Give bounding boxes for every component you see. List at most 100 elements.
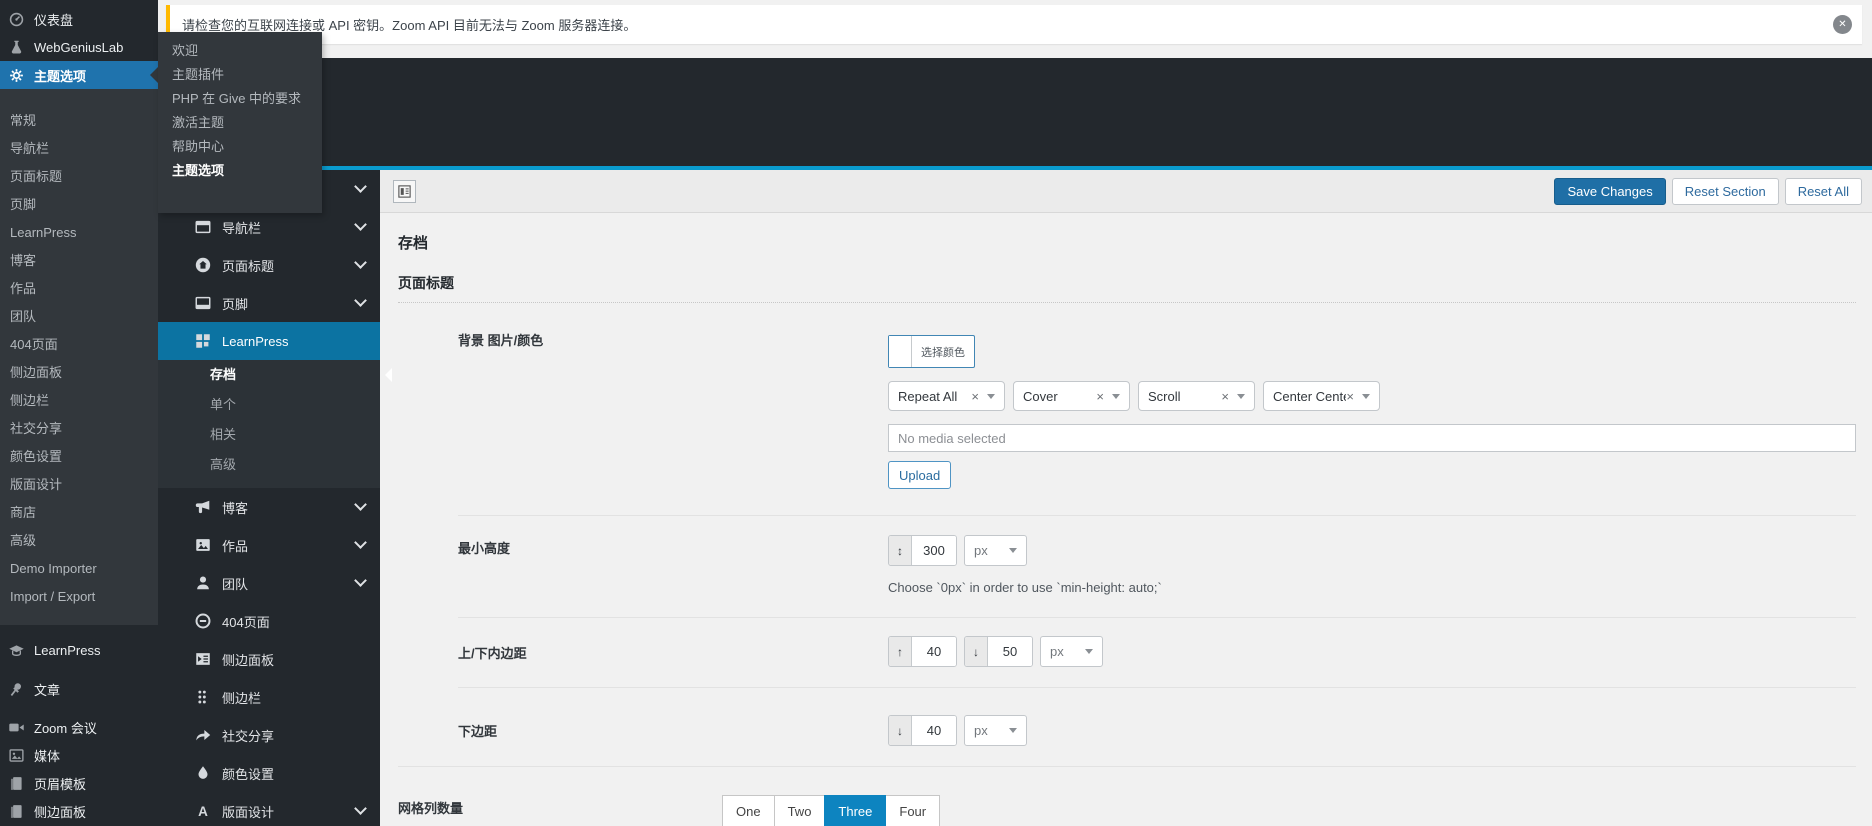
admin-submenu-item[interactable]: 页面标题 xyxy=(10,163,158,191)
color-picker-button[interactable]: 选择颜色 xyxy=(888,335,975,368)
save-changes-button[interactable]: Save Changes xyxy=(1554,178,1666,205)
grid-columns-option[interactable]: Two xyxy=(773,795,826,826)
section-separator xyxy=(398,766,1856,767)
theme-section-item[interactable]: 页面标题 xyxy=(158,246,380,284)
dashboard-icon xyxy=(8,11,25,28)
admin-menu-item[interactable]: 文章 xyxy=(0,675,158,703)
theme-section-item[interactable]: 侧边面板 xyxy=(158,640,380,678)
admin-submenu-item[interactable]: 页脚 xyxy=(10,191,158,219)
upload-button[interactable]: Upload xyxy=(888,461,952,489)
padding-top-input[interactable] xyxy=(912,637,956,666)
theme-section-item[interactable]: A 版面设计 xyxy=(158,792,380,826)
admin-submenu-item[interactable]: 侧边栏 xyxy=(10,387,158,415)
select-caret-icon xyxy=(1009,548,1017,553)
theme-section-item[interactable]: 团队 xyxy=(158,564,380,602)
theme-subsection-item[interactable]: 高级 xyxy=(158,450,380,480)
admin-menu-item[interactable]: 侧边面板 xyxy=(0,797,158,825)
flyout-menu-item[interactable]: 帮助中心 xyxy=(158,135,322,159)
media-input[interactable] xyxy=(888,424,1856,452)
layout-toggle-button[interactable] xyxy=(393,180,416,203)
min-height-input[interactable] xyxy=(912,536,956,565)
theme-section-item[interactable]: 侧边栏 xyxy=(158,678,380,716)
flyout-menu-item[interactable]: PHP 在 Give 中的要求 xyxy=(158,87,322,111)
unit-value: px xyxy=(974,543,988,558)
clear-selection-icon[interactable] xyxy=(1096,389,1104,404)
theme-section-item[interactable]: 404页面 xyxy=(158,602,380,640)
admin-menu-item[interactable]: 页眉模板 xyxy=(0,769,158,797)
theme-section-item[interactable]: 颜色设置 xyxy=(158,754,380,792)
chevron-down-icon xyxy=(354,498,367,511)
color-picker-label: 选择颜色 xyxy=(921,346,965,359)
admin-submenu-item[interactable]: 侧边面板 xyxy=(10,359,158,387)
background-option-select[interactable]: Center Center xyxy=(1263,381,1380,411)
admin-submenu-item[interactable]: LearnPress xyxy=(10,219,158,247)
admin-menu-item[interactable]: Zoom 会议 xyxy=(0,713,158,741)
theme-section-item[interactable]: 导航栏 xyxy=(158,208,380,246)
admin-menu-item[interactable]: 媒体 xyxy=(0,741,158,769)
padding-bottom-input-group: ↓ xyxy=(964,636,1033,667)
theme-section-item[interactable]: 作品 xyxy=(158,526,380,564)
theme-subsection-item[interactable]: 相关 xyxy=(158,420,380,450)
admin-submenu-item[interactable]: 高级 xyxy=(10,527,158,555)
padding-bottom-input[interactable] xyxy=(988,637,1032,666)
clear-selection-icon[interactable] xyxy=(971,389,979,404)
admin-submenu-item[interactable]: Demo Importer xyxy=(10,555,158,583)
min-height-unit-select[interactable]: px xyxy=(964,535,1027,566)
page-title-icon xyxy=(194,256,212,274)
admin-menu-item[interactable]: LearnPress xyxy=(0,633,158,667)
grid-columns-option[interactable]: Four xyxy=(885,795,941,826)
flyout-menu-item[interactable]: 主题选项 xyxy=(158,159,322,183)
admin-menu-item-label: 文章 xyxy=(34,682,61,698)
admin-submenu-item[interactable]: 版面设计 xyxy=(10,471,158,499)
admin-menu-item[interactable]: WebGeniusLab xyxy=(0,33,158,61)
reset-all-button[interactable]: Reset All xyxy=(1784,178,1862,205)
clear-selection-icon[interactable] xyxy=(1221,389,1229,404)
svg-text:A: A xyxy=(198,804,208,819)
theme-section-label: 页面标题 xyxy=(222,258,275,274)
theme-section-item-learnpress[interactable]: LearnPress xyxy=(158,322,380,360)
down-arrow-icon: ↓ xyxy=(889,716,912,745)
admin-menu-item[interactable]: 仪表盘 xyxy=(0,5,158,33)
theme-section-label: 侧边栏 xyxy=(222,690,262,706)
grid-columns-option[interactable]: One xyxy=(722,795,775,826)
admin-menu-item-label: 页眉模板 xyxy=(34,776,87,792)
flyout-menu-item[interactable]: 主题插件 xyxy=(158,63,322,87)
admin-submenu-item[interactable]: 404页面 xyxy=(10,331,158,359)
admin-submenu-item[interactable]: 常规 xyxy=(10,107,158,135)
clear-selection-icon[interactable] xyxy=(1346,389,1354,404)
admin-menu-item[interactable]: 主题选项 xyxy=(0,61,158,89)
theme-sections-bottom: 博客 作品 团队 404页面 侧边面板 侧边栏 社交分享 颜色设置 A 版面设计 xyxy=(158,488,380,826)
admin-submenu-item[interactable]: 商店 xyxy=(10,499,158,527)
margin-bottom-input[interactable] xyxy=(912,716,956,745)
theme-section-item[interactable]: 社交分享 xyxy=(158,716,380,754)
background-option-select[interactable]: Repeat All xyxy=(888,381,1005,411)
margin-unit-select[interactable]: px xyxy=(964,715,1027,746)
admin-submenu-item[interactable]: 团队 xyxy=(10,303,158,331)
admin-submenu-item[interactable]: 社交分享 xyxy=(10,415,158,443)
header-template-icon xyxy=(8,775,25,792)
blog-icon xyxy=(194,498,212,516)
admin-submenu-item[interactable]: 导航栏 xyxy=(10,135,158,163)
admin-submenu-item[interactable]: 颜色设置 xyxy=(10,443,158,471)
theme-subsection-item[interactable]: 存档 xyxy=(158,360,392,390)
dismiss-notice-button[interactable]: ✕ xyxy=(1833,15,1852,34)
grid-columns-option[interactable]: Three xyxy=(824,795,887,826)
admin-submenu-item[interactable]: 博客 xyxy=(10,247,158,275)
flyout-menu-item[interactable]: 欢迎 xyxy=(158,39,322,63)
pushpin-icon xyxy=(8,681,25,698)
row-separator xyxy=(458,687,1856,688)
page-404-icon xyxy=(194,612,212,630)
flyout-menu-item[interactable]: 激活主题 xyxy=(158,111,322,135)
theme-section-item[interactable]: 博客 xyxy=(158,488,380,526)
margin-bottom-input-group: ↓ xyxy=(888,715,957,746)
zoom-api-notice: 请检查您的互联网连接或 API 密钥。Zoom API 目前无法与 Zoom 服… xyxy=(166,5,1862,44)
admin-submenu-item[interactable]: 作品 xyxy=(10,275,158,303)
theme-options-content: Save Changes Reset Section Reset All 存档 … xyxy=(380,170,1872,826)
background-option-select[interactable]: Cover xyxy=(1013,381,1130,411)
reset-section-button[interactable]: Reset Section xyxy=(1671,178,1779,205)
padding-unit-select[interactable]: px xyxy=(1040,636,1103,667)
background-option-select[interactable]: Scroll xyxy=(1138,381,1255,411)
theme-section-item[interactable]: 页脚 xyxy=(158,284,380,322)
theme-subsection-item[interactable]: 单个 xyxy=(158,390,380,420)
admin-submenu-item[interactable]: Import / Export xyxy=(10,583,158,611)
